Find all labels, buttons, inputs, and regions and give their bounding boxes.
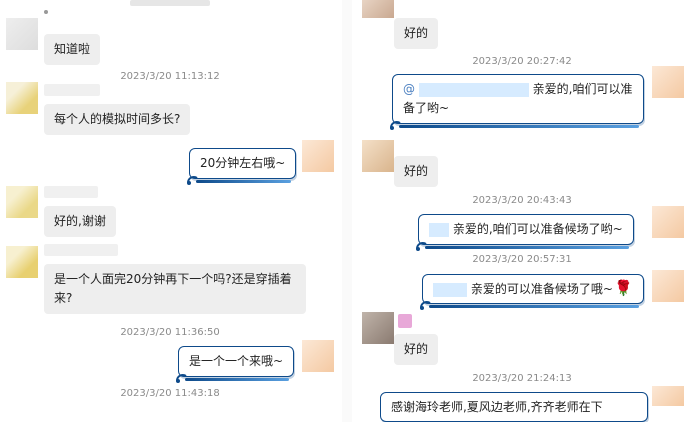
bubble-stripe <box>185 378 290 381</box>
message-text: 亲爱的可以准备候场了哦~ <box>470 282 613 296</box>
avatar <box>6 246 38 278</box>
message-bubble[interactable]: 好的 <box>394 18 439 49</box>
message-text: 知道啦 <box>54 42 91 56</box>
avatar <box>362 0 394 18</box>
blurred-name <box>130 0 210 6</box>
message-bubble-self[interactable]: @ 亲爱的,咱们可以准备了哟~ <box>390 74 644 130</box>
avatar <box>652 66 684 98</box>
timestamp: 2023/3/20 20:43:43 <box>472 195 572 206</box>
bubble-stripe <box>425 246 629 249</box>
blurred-mention-name <box>418 82 529 97</box>
mention-at[interactable]: @ <box>403 82 415 96</box>
left-chat-pane[interactable]: 知道啦 2023/3/20 11:13:12 每个人的模拟时间多长? 20分钟左… <box>0 0 342 422</box>
message-bubble-self[interactable]: 是一个一个来哦~ <box>176 346 295 383</box>
avatar <box>302 140 334 172</box>
bubble-stripe <box>429 305 639 308</box>
avatar <box>6 18 38 50</box>
message-text: 20分钟左右哦~ <box>200 156 286 170</box>
right-chat-pane[interactable]: 好的 2023/3/20 20:27:42 @ 亲爱的,咱们可以准备了哟~ 好的… <box>352 0 696 422</box>
blurred-mention-name <box>433 282 467 297</box>
blurred-name <box>44 84 100 96</box>
message-text: 亲爱的,咱们可以准备候场了哟~ <box>452 222 623 236</box>
avatar <box>652 386 684 406</box>
avatar <box>362 140 394 172</box>
avatar <box>362 312 394 344</box>
message-bubble-self[interactable]: 20分钟左右哦~ <box>187 148 297 185</box>
message-bubble-self[interactable]: 亲爱的可以准备候场了哦~ 🌹 <box>420 274 644 310</box>
avatar <box>6 82 38 114</box>
pane-divider <box>342 0 352 422</box>
avatar <box>302 340 334 372</box>
timestamp: 2023/3/20 20:27:42 <box>472 56 572 67</box>
message-bubble[interactable]: 好的 <box>394 334 439 365</box>
bubble-stripe <box>196 180 292 183</box>
blurred-name <box>398 314 412 328</box>
blurred-name <box>44 244 118 256</box>
message-bubble-self[interactable]: 感谢海玲老师,夏风边老师,齐齐老师在下 <box>380 392 648 422</box>
message-text: 好的 <box>404 164 429 178</box>
timestamp: 2023/3/20 11:43:18 <box>120 388 220 399</box>
blurred-mention-name <box>429 222 449 237</box>
message-text: 是一个人面完20分钟再下一个吗?还是穿插着来? <box>54 272 292 305</box>
message-bubble[interactable]: 每个人的模拟时间多长? <box>44 104 191 135</box>
message-bubble[interactable]: 是一个人面完20分钟再下一个吗?还是穿插着来? <box>44 264 306 314</box>
message-text: 是一个一个来哦~ <box>189 354 284 368</box>
timestamp: 2023/3/20 11:36:50 <box>120 327 220 338</box>
blurred-name <box>44 186 98 198</box>
message-text: 好的,谢谢 <box>54 214 106 228</box>
message-text: 好的 <box>404 342 429 356</box>
avatar <box>652 206 684 238</box>
message-bubble-self[interactable]: 亲爱的,咱们可以准备候场了哟~ <box>416 214 634 251</box>
avatar <box>6 186 38 218</box>
message-text: 好的 <box>404 26 429 40</box>
blurred-name <box>44 10 48 14</box>
message-text: 感谢海玲老师,夏风边老师,齐齐老师在下 <box>391 400 603 414</box>
message-bubble[interactable]: 好的 <box>394 156 439 187</box>
bubble-stripe <box>399 125 639 128</box>
avatar <box>652 270 684 302</box>
message-text: 每个人的模拟时间多长? <box>54 112 181 126</box>
timestamp: 2023/3/20 11:13:12 <box>120 71 220 82</box>
timestamp: 2023/3/20 21:24:13 <box>472 373 572 384</box>
rose-icon: 🌹 <box>614 279 633 297</box>
message-bubble[interactable]: 好的,谢谢 <box>44 206 116 237</box>
message-bubble[interactable]: 知道啦 <box>44 34 101 65</box>
timestamp: 2023/3/20 20:57:31 <box>472 254 572 265</box>
